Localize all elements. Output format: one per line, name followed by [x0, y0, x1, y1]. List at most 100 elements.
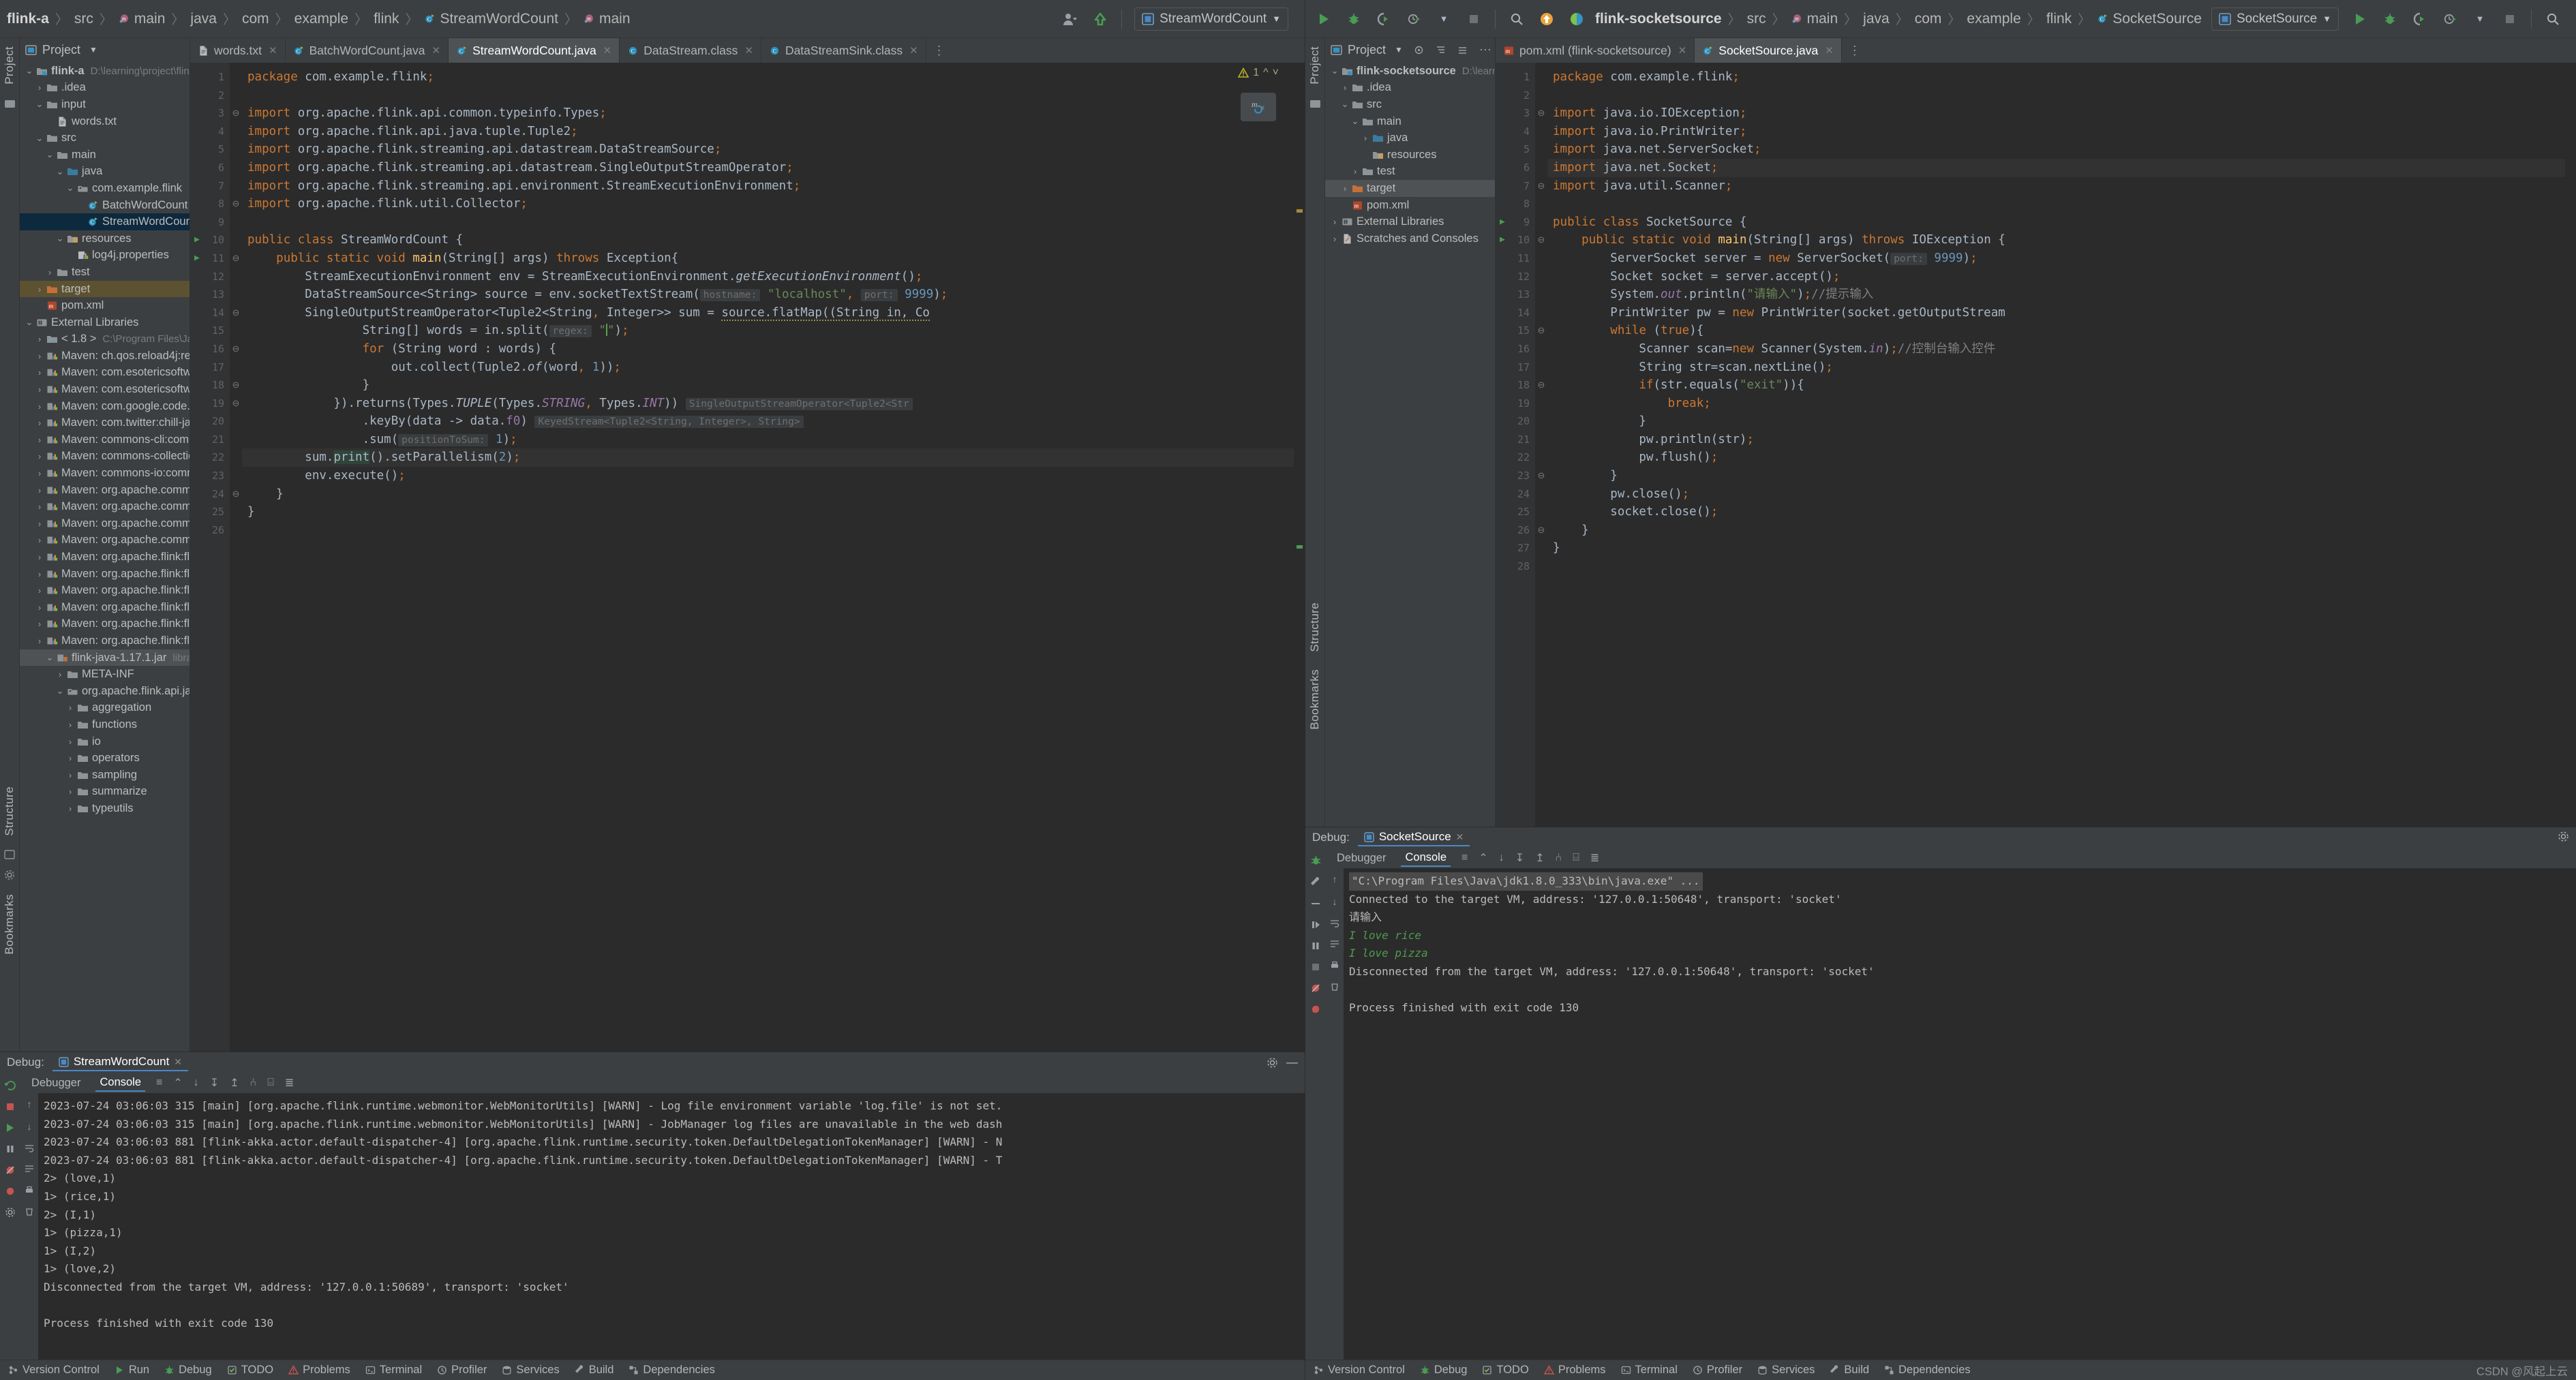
code-line[interactable]: Socket socket = server.accept(); [1547, 268, 2565, 286]
scroll-down-icon[interactable]: ↓ [27, 1121, 32, 1132]
debug-session-tab-right[interactable]: SocketSource ✕ [1357, 829, 1470, 846]
close-icon[interactable]: ✕ [909, 44, 918, 57]
tree-item[interactable]: › Maven: org.apache.flink:flink-annotatio… [20, 549, 190, 566]
chevron-down-icon[interactable]: ⌄ [55, 166, 65, 177]
run-gutter-icon[interactable]: ▶ [1500, 213, 1505, 232]
breadcrumb-item-example[interactable]: example [294, 11, 348, 27]
run-with-coverage-icon[interactable] [2411, 10, 2429, 28]
down-level-icon[interactable]: ↧ [1515, 851, 1524, 865]
code-line[interactable]: public class StreamWordCount { [242, 231, 1294, 249]
code-line[interactable]: Scanner scan=new Scanner(System.in);//控制… [1547, 340, 2565, 358]
code-line[interactable]: .keyBy(data -> data.f0) KeyedStream<Tupl… [242, 412, 1294, 431]
breadcrumb-item-flink-socketsource[interactable]: flink-socketsource [1595, 11, 1722, 27]
tree-item[interactable]: › Maven: ch.qos.reload4j:reload4j:1.2.19 [20, 348, 190, 365]
chevron-down-icon[interactable]: ▼ [1395, 45, 1403, 55]
settings-side-icon[interactable] [4, 870, 15, 880]
tree-item[interactable]: m pom.xml [1325, 197, 1495, 214]
tree-item[interactable]: › Maven: commons-cli:commons-cli:1.5.0 [20, 431, 190, 448]
chevron-down-icon[interactable]: ⌄ [34, 133, 45, 144]
fold-toggle-icon[interactable]: ⊖ [1535, 521, 1547, 540]
gear-icon[interactable] [1267, 1057, 1278, 1069]
fold-toggle-icon[interactable]: ⊖ [230, 395, 242, 413]
code-line[interactable]: }).returns(Types.TUPLE(Types.STRING, Typ… [242, 395, 1294, 413]
chevron-right-icon[interactable]: › [65, 803, 76, 814]
chevron-right-icon[interactable]: › [65, 703, 76, 713]
side-label-project[interactable]: Project [1308, 42, 1322, 89]
tree-item[interactable]: ⌄ flink-socketsource D:\learning\project\f… [1325, 63, 1495, 80]
view-breakpoints-icon[interactable] [1310, 1004, 1321, 1015]
tree-item[interactable]: C StreamWordCount [20, 213, 190, 230]
chevron-right-icon[interactable]: › [34, 619, 45, 629]
code-line[interactable]: package com.example.flink; [1547, 68, 2565, 87]
status-bar-item-profiler[interactable]: Profiler [437, 1364, 487, 1377]
fold-toggle-icon[interactable]: ⊖ [1535, 376, 1547, 395]
code-line[interactable]: System.out.println("请输入");//提示输入 [1547, 286, 2565, 304]
code-line[interactable]: String[] words = in.split(regex: " "); [242, 322, 1294, 340]
chevron-down-icon[interactable]: ⌄ [24, 65, 35, 76]
editor-tab[interactable]: C DataStream.class ✕ [620, 38, 761, 63]
code-line[interactable]: package com.example.flink; [242, 68, 1294, 87]
table-icon[interactable]: ⌸ [1573, 852, 1579, 864]
tree-item[interactable]: C BatchWordCount [20, 197, 190, 214]
run-icon[interactable] [1315, 10, 1333, 28]
tree-item[interactable]: › Maven: com.esotericsoftware.kryo:kryo:2… [20, 365, 190, 382]
wrap-icon[interactable]: ≣ [285, 1076, 294, 1090]
breadcrumb-item-socketsource[interactable]: C SocketSource [2097, 11, 2202, 27]
filter-icon[interactable]: ≡ [1461, 852, 1468, 864]
status-bar-item-problems[interactable]: Problems [1543, 1364, 1606, 1377]
chevron-down-icon[interactable]: ⌄ [55, 686, 65, 696]
status-bar-right[interactable]: Version Control Debug TODO Problems Terminal… [1305, 1360, 2576, 1380]
console-output-left[interactable]: 2023-07-24 03:06:03 315 [main] [org.apac… [38, 1093, 1305, 1360]
terminal-side-icon[interactable] [4, 849, 15, 860]
stop-icon[interactable] [1310, 962, 1321, 972]
tree-item[interactable]: › test [20, 264, 190, 281]
status-bar-item-problems[interactable]: Problems [288, 1364, 350, 1377]
breadcrumb-item-flink[interactable]: flink [374, 11, 399, 27]
step-over-icon[interactable] [1310, 898, 1321, 909]
code-line[interactable]: import java.net.Socket; [1547, 158, 2565, 177]
soft-wrap-icon[interactable] [1330, 919, 1339, 928]
chevron-down-icon[interactable]: ⌄ [44, 149, 55, 160]
run-gutter-icon[interactable]: ▶ [194, 249, 200, 268]
close-icon[interactable]: ✕ [744, 44, 753, 57]
debug-icon[interactable] [1345, 10, 1363, 28]
close-icon[interactable]: ✕ [269, 44, 277, 57]
fold-toggle-icon[interactable]: ⊖ [230, 104, 242, 123]
chevron-right-icon[interactable]: › [34, 552, 45, 562]
code-line[interactable] [242, 87, 1294, 105]
side-label-bookmarks[interactable]: Bookmarks [1308, 665, 1322, 734]
down-level-icon[interactable]: ↧ [210, 1076, 219, 1090]
close-icon[interactable]: ✕ [1678, 44, 1687, 57]
commit-icon[interactable] [4, 98, 16, 110]
breadcrumb-item-src[interactable]: src [1747, 11, 1766, 27]
tree-item[interactable]: ⌄ com.example.flink [20, 180, 190, 197]
tree-item[interactable]: ⌄ flink-java-1.17.1.jar library root [20, 649, 190, 666]
fold-gutter-left[interactable]: ⊖ ⊖ ⊖ ⊖ ⊖ ⊖ ⊖ ⊖ [230, 63, 242, 1052]
chevron-right-icon[interactable]: › [34, 401, 45, 412]
soft-wrap-icon[interactable] [25, 1144, 34, 1153]
tree-item[interactable]: › typeutils [20, 800, 190, 817]
print-icon[interactable] [1330, 961, 1339, 970]
code-line[interactable]: env.execute(); [242, 467, 1294, 485]
debug-tab-console[interactable]: Console [95, 1075, 146, 1092]
code-line[interactable]: socket.close(); [1547, 503, 2565, 521]
editor-scroll-markers-right[interactable] [2565, 63, 2576, 827]
chevron-down-icon[interactable]: ⌄ [1339, 99, 1350, 110]
tree-item[interactable]: › io [20, 733, 190, 750]
fold-toggle-icon[interactable]: ⊖ [1535, 231, 1547, 249]
search-everywhere-icon[interactable] [1508, 10, 1526, 28]
chevron-right-icon[interactable]: › [1339, 82, 1350, 93]
code-line[interactable]: for (String word : words) { [242, 340, 1294, 358]
breadcrumb-item-example[interactable]: example [1967, 11, 2020, 27]
editor-tab[interactable]: m pom.xml (flink-socketsource) ✕ [1496, 38, 1695, 63]
mute-breakpoints-icon[interactable] [1310, 983, 1321, 994]
tree-item[interactable]: › < 1.8 > C:\Program Files\Java\jdk1.8.0_3… [20, 331, 190, 348]
tree-item[interactable]: › Maven: org.apache.flink:flink-file-sink… [20, 599, 190, 616]
code-line[interactable]: import java.net.ServerSocket; [1547, 140, 2565, 159]
fold-gutter-right[interactable]: ⊖ ⊖ ⊖ ⊖ ⊖ ⊖ ⊖ [1535, 63, 1547, 827]
chevron-right-icon[interactable]: › [34, 284, 45, 294]
tree-item[interactable]: › target [1325, 180, 1495, 197]
tree-item[interactable]: › Maven: org.apache.flink:flink-hadoop-fs… [20, 616, 190, 633]
tree-item[interactable]: ⌄ resources [20, 230, 190, 247]
tree-item[interactable]: › Maven: org.apache.commons:commons-text:… [20, 532, 190, 549]
